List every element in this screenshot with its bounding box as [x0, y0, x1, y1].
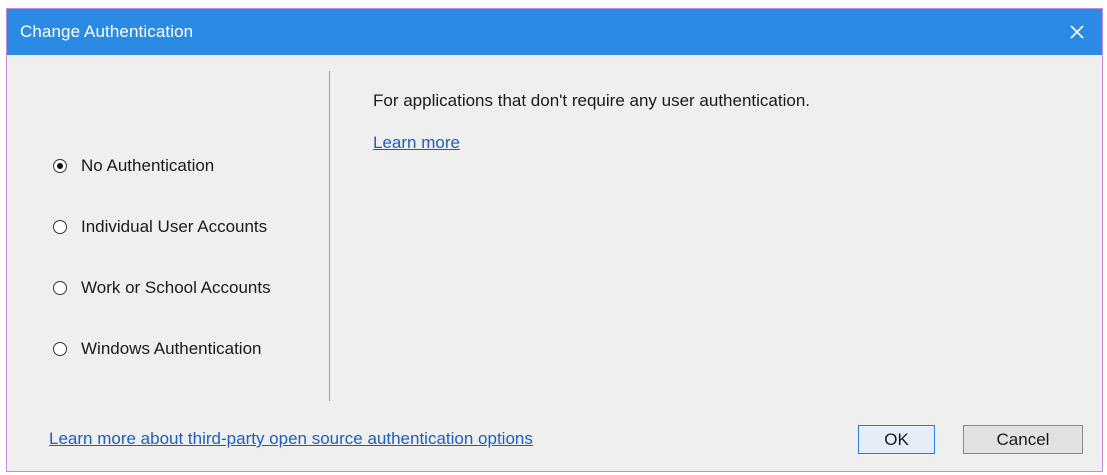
radio-unchecked-icon — [53, 220, 67, 234]
radio-work-or-school-accounts[interactable]: Work or School Accounts — [53, 276, 271, 300]
learn-more-link[interactable]: Learn more — [373, 133, 460, 153]
dialog-titlebar: Change Authentication — [7, 9, 1102, 55]
panel-divider — [329, 71, 330, 401]
radio-individual-user-accounts[interactable]: Individual User Accounts — [53, 215, 267, 239]
radio-unchecked-icon — [53, 342, 67, 356]
radio-label: Work or School Accounts — [81, 278, 271, 297]
radio-unchecked-icon — [53, 281, 67, 295]
radio-label: No Authentication — [81, 156, 215, 175]
radio-label: Windows Authentication — [81, 339, 262, 358]
radio-windows-authentication[interactable]: Windows Authentication — [53, 337, 262, 361]
auth-description: For applications that don't require any … — [373, 91, 811, 110]
dialog-title: Change Authentication — [20, 22, 194, 41]
ok-button[interactable]: OK — [858, 425, 935, 454]
close-button[interactable] — [1064, 19, 1090, 45]
radio-checked-icon — [53, 159, 67, 173]
third-party-auth-link[interactable]: Learn more about third-party open source… — [49, 429, 533, 449]
radio-no-authentication[interactable]: No Authentication — [53, 154, 214, 178]
auth-options-panel: No Authentication Individual User Accoun… — [7, 55, 329, 405]
close-icon — [1070, 25, 1084, 39]
cancel-button[interactable]: Cancel — [963, 425, 1083, 454]
change-authentication-dialog: Change Authentication No Authentication … — [6, 8, 1103, 472]
radio-label: Individual User Accounts — [81, 217, 268, 236]
